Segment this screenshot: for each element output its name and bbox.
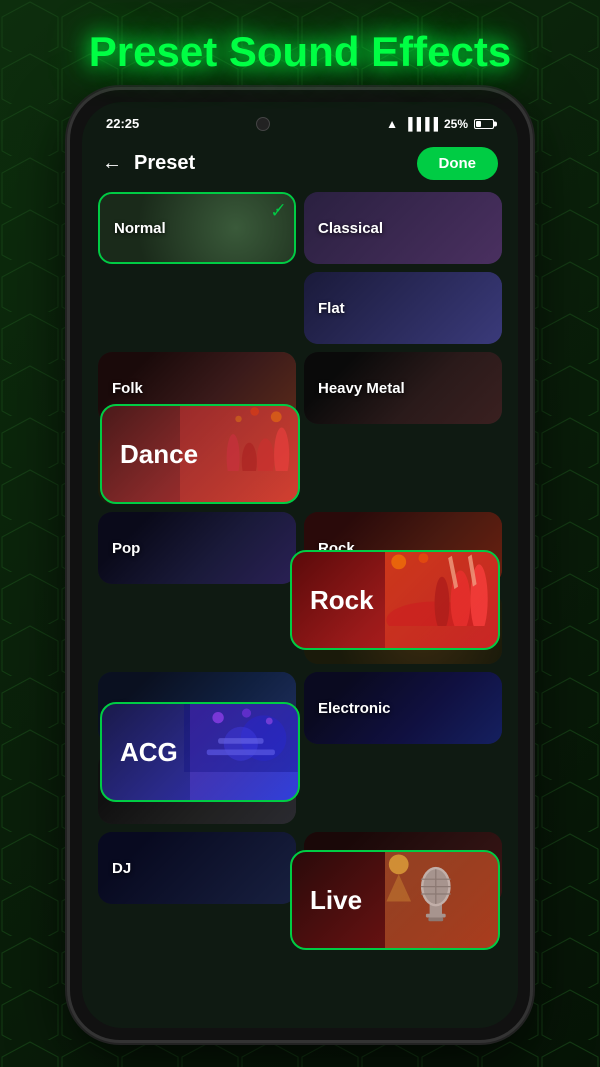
header-left: ← Preset bbox=[102, 152, 195, 175]
preset-item-heavy-metal[interactable]: Heavy Metal bbox=[304, 352, 502, 424]
preset-item-rock-featured[interactable]: Rock bbox=[290, 550, 500, 650]
phone-frame: 22:25 ▲ ▐▐▐▐ 25% ← Preset Done bbox=[70, 90, 530, 1040]
preset-label-dj: DJ bbox=[98, 860, 145, 877]
wifi-icon: ▲ bbox=[386, 117, 398, 131]
preset-label-electronic: Electronic bbox=[304, 700, 405, 717]
preset-item-dance-featured[interactable]: Dance bbox=[100, 404, 300, 504]
page-title: Preset Sound Effects bbox=[0, 28, 600, 76]
preset-label-pop: Pop bbox=[98, 540, 154, 557]
phone-screen: 22:25 ▲ ▐▐▐▐ 25% ← Preset Done bbox=[82, 102, 518, 1028]
preset-label-live-featured: Live bbox=[292, 885, 380, 916]
back-button[interactable]: ← bbox=[102, 152, 122, 175]
preset-item-dj[interactable]: DJ bbox=[98, 832, 296, 904]
preset-label-classical: Classical bbox=[304, 220, 397, 237]
preset-label-dance-featured: Dance bbox=[102, 439, 216, 470]
camera-notch bbox=[256, 117, 270, 131]
status-time: 22:25 bbox=[106, 116, 139, 131]
preset-label-rock-featured: Rock bbox=[292, 585, 392, 616]
preset-spacer-live bbox=[304, 752, 502, 824]
screen-title: Preset bbox=[134, 152, 195, 175]
done-button[interactable]: Done bbox=[417, 147, 499, 180]
battery-icon bbox=[474, 119, 494, 129]
preset-label-folk: Folk bbox=[98, 380, 157, 397]
signal-icon: ▐▐▐▐ bbox=[404, 117, 438, 131]
status-bar: 22:25 ▲ ▐▐▐▐ 25% bbox=[82, 102, 518, 139]
selected-check: ✓ bbox=[274, 200, 286, 217]
preset-label-acg-featured: ACG bbox=[102, 737, 196, 768]
preset-label-normal: Normal bbox=[100, 220, 180, 237]
battery-percent: 25% bbox=[444, 117, 468, 131]
app-header: ← Preset Done bbox=[82, 139, 518, 192]
preset-item-live-featured[interactable]: Live bbox=[290, 850, 500, 950]
preset-item-normal[interactable]: Normal ✓ bbox=[98, 192, 296, 264]
preset-item-pop[interactable]: Pop bbox=[98, 512, 296, 584]
preset-label-flat: Flat bbox=[304, 300, 359, 317]
preset-item-electronic[interactable]: Electronic bbox=[304, 672, 502, 744]
preset-spacer-dance bbox=[98, 272, 296, 344]
preset-item-flat[interactable]: Flat bbox=[304, 272, 502, 344]
preset-item-acg-featured[interactable]: ACG bbox=[100, 702, 300, 802]
preset-spacer-acg bbox=[98, 592, 296, 664]
status-icons: ▲ ▐▐▐▐ 25% bbox=[386, 117, 494, 131]
preset-label-heavy-metal: Heavy Metal bbox=[304, 380, 419, 397]
preset-item-classical[interactable]: Classical bbox=[304, 192, 502, 264]
preset-spacer-rock bbox=[304, 432, 502, 504]
